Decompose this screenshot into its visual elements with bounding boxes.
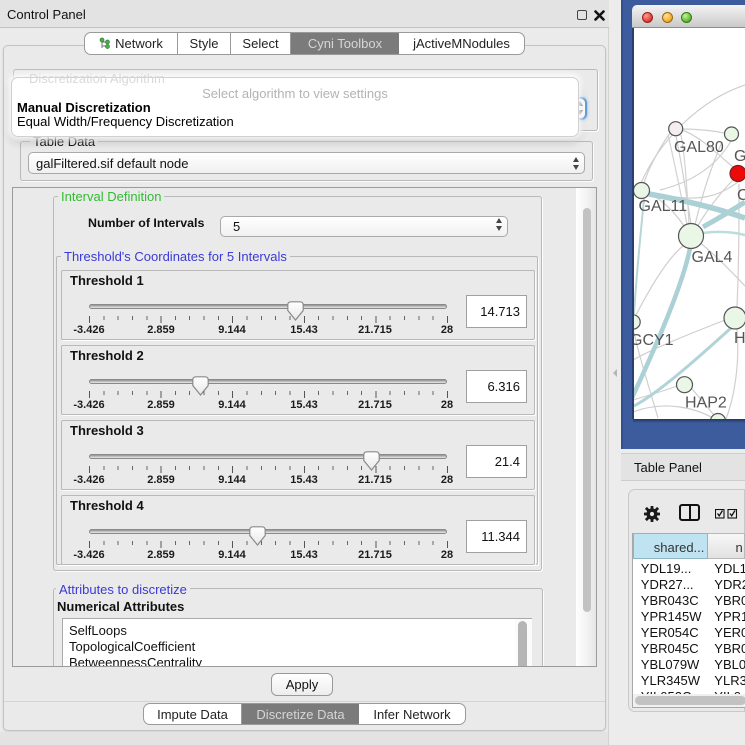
svg-text:GA: GA — [734, 148, 745, 165]
svg-text:GAL11: GAL11 — [639, 198, 688, 215]
svg-text:H: H — [734, 330, 745, 347]
svg-text:C: C — [737, 187, 745, 204]
svg-text:GAL80: GAL80 — [674, 139, 724, 156]
svg-text:HAP2: HAP2 — [685, 395, 727, 412]
svg-text:GCY1: GCY1 — [633, 332, 674, 349]
svg-text:GAL4: GAL4 — [692, 249, 733, 266]
